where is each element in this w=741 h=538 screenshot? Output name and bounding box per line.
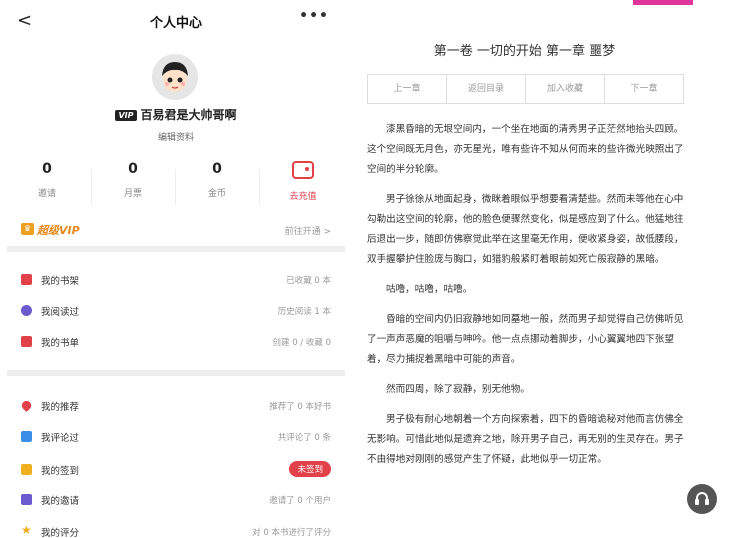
stat-ticket-label: 月票 bbox=[123, 189, 142, 199]
list-item-value: 推荐了 0 本好书 bbox=[269, 402, 331, 412]
profile-panel: < 个人中心 ••• VIP 百易君是大帅哥啊 编辑资料 0 邀请 0 月票 0… bbox=[7, 6, 345, 538]
invite-icon bbox=[21, 494, 32, 505]
divider bbox=[175, 169, 176, 205]
calendar-icon bbox=[21, 464, 32, 475]
add-favorite-button[interactable]: 加入收藏 bbox=[526, 75, 605, 103]
paragraph: 然而四周，除了寂静，别无他物。 bbox=[386, 384, 530, 395]
reader-panel: 第一卷 一切的开始 第一章 噩梦 上一章 返回目录 加入收藏 下一章 漆黑昏暗的… bbox=[352, 6, 741, 538]
list-item-signin[interactable]: 我的签到 未签到 bbox=[7, 456, 345, 486]
list-item-value: 共评论了 0 条 bbox=[277, 433, 331, 443]
paragraph: 男子极有耐心地朝着一个方向探索着，四下的昏暗诡秘对他而言仿佛全无影响。可惜此地似… bbox=[367, 414, 684, 465]
audio-button[interactable] bbox=[687, 484, 717, 514]
list-item-booklist[interactable]: 我的书单 创建 0 / 收藏 0 bbox=[7, 328, 345, 358]
list-item-label: 我的书架 bbox=[41, 276, 80, 287]
wallet-icon bbox=[292, 161, 314, 179]
bookshelf-icon bbox=[21, 274, 32, 285]
headphones-icon-right bbox=[705, 499, 709, 505]
list-item-label: 我的评分 bbox=[41, 528, 80, 538]
stats-row: 0 邀请 0 月票 0 金币 去充值 bbox=[7, 161, 345, 211]
list-item-value: 历史阅读 1 本 bbox=[277, 307, 331, 317]
page-title: 个人中心 bbox=[149, 16, 202, 31]
accent-bar bbox=[633, 0, 693, 5]
stat-coin[interactable]: 0 金币 bbox=[177, 161, 257, 199]
stat-invite-num: 0 bbox=[42, 161, 52, 177]
edit-profile-link[interactable]: 编辑资料 bbox=[7, 130, 345, 143]
chapter-nav: 上一章 返回目录 加入收藏 下一章 bbox=[367, 74, 684, 104]
divider bbox=[91, 169, 92, 205]
list-item-label: 我的书单 bbox=[41, 338, 80, 349]
vip-row[interactable]: ♛ 超级VIP 前往开通 > bbox=[7, 220, 345, 242]
stat-ticket-num: 0 bbox=[128, 161, 138, 177]
chapter-title: 第一卷 一切的开始 第一章 噩梦 bbox=[433, 44, 616, 59]
headphones-icon-left bbox=[695, 499, 699, 505]
comment-icon bbox=[21, 431, 32, 442]
list-item-value: 对 0 本书进行了评分 bbox=[252, 528, 331, 538]
more-icon[interactable]: ••• bbox=[299, 8, 329, 24]
clock-icon bbox=[21, 305, 32, 316]
stat-coin-num: 0 bbox=[212, 161, 222, 177]
back-to-toc-button[interactable]: 返回目录 bbox=[447, 75, 526, 103]
signin-status-badge[interactable]: 未签到 bbox=[289, 461, 331, 477]
username: VIP 百易君是大帅哥啊 bbox=[7, 106, 345, 123]
recharge-label: 去充值 bbox=[289, 192, 317, 202]
bookmark-icon bbox=[21, 336, 32, 347]
prev-chapter-button[interactable]: 上一章 bbox=[368, 75, 447, 103]
list-item-value: 邀请了 0 个用户 bbox=[269, 496, 331, 506]
list-item-bookshelf[interactable]: 我的书架 已收藏 0 本 bbox=[7, 266, 345, 296]
list-item-recommend[interactable]: 我的推荐 推荐了 0 本好书 bbox=[7, 392, 345, 422]
list-item-value: 已收藏 0 本 bbox=[286, 276, 331, 286]
section-divider bbox=[7, 370, 345, 376]
list-item-label: 我评论过 bbox=[41, 433, 80, 444]
vip-open-link[interactable]: 前往开通 > bbox=[285, 224, 331, 237]
star-icon: ★ bbox=[21, 523, 32, 537]
stat-invite[interactable]: 0 邀请 bbox=[7, 161, 87, 199]
vip-label: 超级VIP bbox=[37, 224, 80, 237]
list-item-label: 我的推荐 bbox=[41, 402, 80, 413]
stat-ticket[interactable]: 0 月票 bbox=[93, 161, 173, 199]
list-item-comments[interactable]: 我评论过 共评论了 0 条 bbox=[7, 423, 345, 453]
stat-coin-label: 金币 bbox=[207, 189, 226, 199]
list-item-invite[interactable]: 我的邀请 邀请了 0 个用户 bbox=[7, 486, 345, 516]
section-divider bbox=[7, 246, 345, 252]
list-item-label: 我的签到 bbox=[41, 466, 80, 477]
next-chapter-button[interactable]: 下一章 bbox=[605, 75, 683, 103]
vip-badge: VIP bbox=[115, 110, 137, 121]
list-item-label: 我的邀请 bbox=[41, 496, 80, 507]
list-item-value: 创建 0 / 收藏 0 bbox=[272, 338, 332, 348]
divider bbox=[259, 169, 260, 205]
username-text: 百易君是大帅哥啊 bbox=[140, 108, 237, 122]
crown-icon: ♛ bbox=[21, 223, 34, 235]
list-item-rating[interactable]: ★ 我的评分 对 0 本书进行了评分 bbox=[7, 518, 345, 538]
paragraph: 漆黑昏暗的无垠空间内，一个坐在地面的清秀男子正茫然地抬头四顾。这个空间既无月色，… bbox=[367, 124, 684, 175]
profile-header: < 个人中心 ••• bbox=[7, 6, 345, 36]
avatar-image bbox=[152, 54, 198, 100]
paragraph: 男子徐徐从地面起身，微眯着眼似乎想要看清楚些。然而未等他在心中勾勒出这空间的轮廓… bbox=[367, 194, 684, 265]
avatar[interactable] bbox=[152, 54, 198, 100]
stat-invite-label: 邀请 bbox=[37, 189, 56, 199]
recharge-button[interactable]: 去充值 bbox=[263, 161, 343, 202]
list-item-label: 我阅读过 bbox=[41, 307, 80, 318]
list-item-read-history[interactable]: 我阅读过 历史阅读 1 本 bbox=[7, 297, 345, 327]
chapter-content: 漆黑昏暗的无垠空间内，一个坐在地面的清秀男子正茫然地抬头四顾。这个空间既无月色，… bbox=[367, 120, 689, 480]
paragraph: 昏暗的空间内仍旧寂静地如同墓地一般，然而男子却觉得自己仿佛听见了一声声恶魔的咀嚼… bbox=[367, 314, 684, 365]
heart-icon bbox=[19, 398, 34, 413]
paragraph: 咕噜，咕噜，咕噜。 bbox=[386, 284, 473, 295]
